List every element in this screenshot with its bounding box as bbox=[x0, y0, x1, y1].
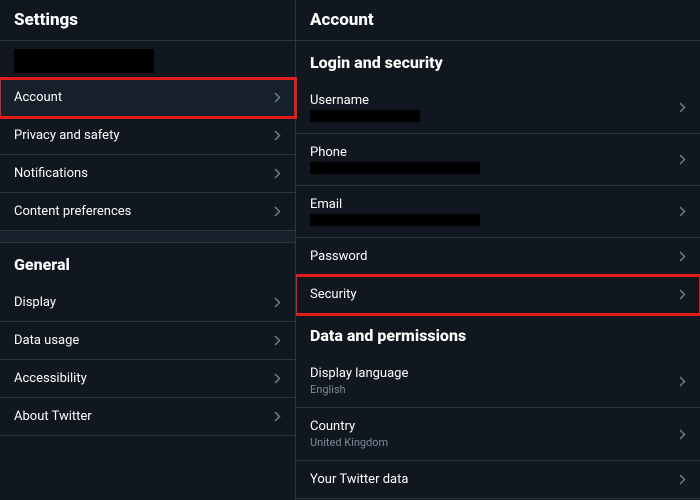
row-country[interactable]: Country United Kingdom bbox=[296, 408, 700, 461]
chevron-right-icon bbox=[679, 429, 686, 440]
chevron-right-icon bbox=[274, 168, 281, 179]
sidebar-item-label: Data usage bbox=[14, 333, 79, 348]
row-content: Username bbox=[310, 93, 420, 122]
chevron-right-icon bbox=[679, 154, 686, 165]
sidebar-item-about[interactable]: About Twitter bbox=[0, 398, 295, 436]
sidebar-item-accessibility[interactable]: Accessibility bbox=[0, 360, 295, 398]
row-phone[interactable]: Phone bbox=[296, 134, 700, 186]
row-email[interactable]: Email bbox=[296, 186, 700, 238]
row-label: Email bbox=[310, 197, 480, 212]
login-security-title: Login and security bbox=[296, 41, 700, 82]
redacted-value bbox=[310, 110, 420, 122]
chevron-right-icon bbox=[274, 297, 281, 308]
chevron-right-icon bbox=[679, 251, 686, 262]
data-permissions-title: Data and permissions bbox=[296, 314, 700, 355]
chevron-right-icon bbox=[274, 411, 281, 422]
general-title: General bbox=[0, 243, 295, 284]
sidebar-item-label: Content preferences bbox=[14, 204, 131, 219]
row-content: Display language English bbox=[310, 366, 408, 396]
sidebar-item-account[interactable]: Account bbox=[0, 79, 295, 117]
chevron-right-icon bbox=[274, 92, 281, 103]
chevron-right-icon bbox=[274, 373, 281, 384]
chevron-right-icon bbox=[274, 206, 281, 217]
sidebar-item-data-usage[interactable]: Data usage bbox=[0, 322, 295, 360]
row-password[interactable]: Password bbox=[296, 238, 700, 276]
row-label: Display language bbox=[310, 366, 408, 381]
row-sub: English bbox=[310, 383, 408, 396]
sidebar-item-label: Display bbox=[14, 295, 56, 310]
redacted-value bbox=[310, 162, 480, 174]
sidebar-item-notifications[interactable]: Notifications bbox=[0, 155, 295, 193]
settings-sidebar: Settings Account Privacy and safety Noti… bbox=[0, 0, 296, 500]
row-username[interactable]: Username bbox=[296, 82, 700, 134]
sidebar-item-content-preferences[interactable]: Content preferences bbox=[0, 193, 295, 231]
account-panel: Account Login and security Username Phon… bbox=[296, 0, 700, 500]
row-sub: United Kingdom bbox=[310, 436, 388, 449]
panel-title: Account bbox=[296, 0, 700, 41]
sidebar-item-label: Privacy and safety bbox=[14, 128, 119, 143]
row-display-language[interactable]: Display language English bbox=[296, 355, 700, 408]
row-content: Country United Kingdom bbox=[310, 419, 388, 449]
row-label: Security bbox=[310, 287, 357, 302]
chevron-right-icon bbox=[274, 130, 281, 141]
chevron-right-icon bbox=[679, 206, 686, 217]
sidebar-item-label: Account bbox=[14, 90, 62, 105]
chevron-right-icon bbox=[679, 289, 686, 300]
row-content: Phone bbox=[310, 145, 480, 174]
redacted-account bbox=[14, 49, 154, 73]
row-your-twitter-data[interactable]: Your Twitter data bbox=[296, 461, 700, 499]
section-gap bbox=[0, 231, 295, 243]
chevron-right-icon bbox=[679, 102, 686, 113]
row-label: Country bbox=[310, 419, 388, 434]
sidebar-item-label: Notifications bbox=[14, 166, 88, 181]
row-label: Your Twitter data bbox=[310, 472, 408, 487]
settings-title: Settings bbox=[0, 0, 295, 41]
row-content: Email bbox=[310, 197, 480, 226]
redacted-value bbox=[310, 214, 480, 226]
chevron-right-icon bbox=[679, 376, 686, 387]
sidebar-item-privacy[interactable]: Privacy and safety bbox=[0, 117, 295, 155]
sidebar-item-display[interactable]: Display bbox=[0, 284, 295, 322]
row-label: Username bbox=[310, 93, 420, 108]
sidebar-item-label: Accessibility bbox=[14, 371, 87, 386]
chevron-right-icon bbox=[274, 335, 281, 346]
row-label: Password bbox=[310, 249, 367, 264]
chevron-right-icon bbox=[679, 474, 686, 485]
row-security[interactable]: Security bbox=[296, 276, 700, 314]
row-label: Phone bbox=[310, 145, 480, 160]
sidebar-item-label: About Twitter bbox=[14, 409, 92, 424]
